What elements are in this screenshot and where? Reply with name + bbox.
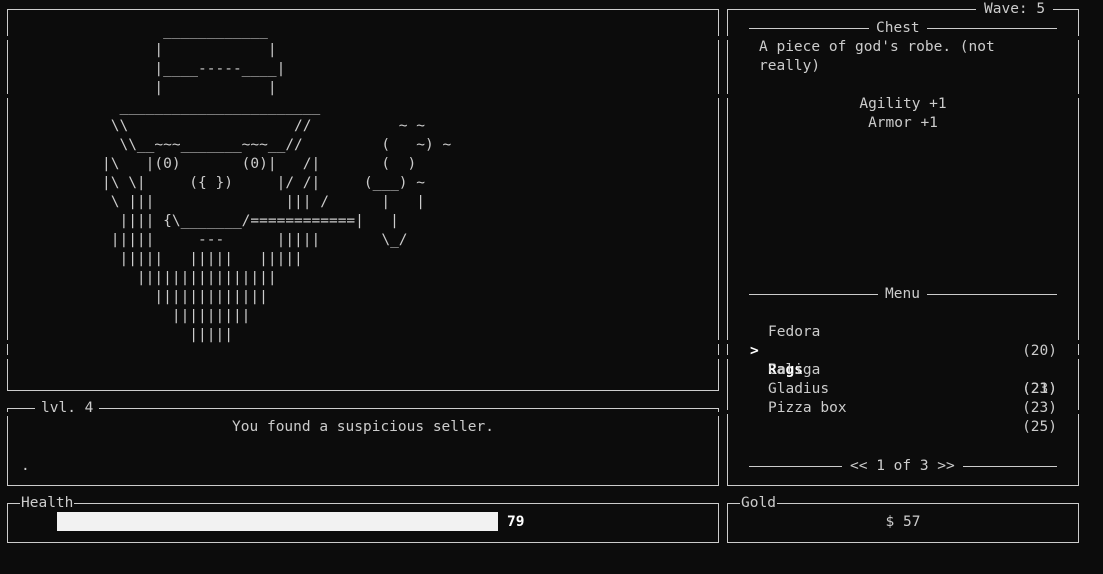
gold-amount: $ 57 (885, 514, 921, 530)
border-gap (6, 94, 9, 98)
menu-item-rags[interactable]: > Rags (23) (747, 323, 1057, 397)
menu-item-price: (25) (1022, 419, 1057, 435)
border-gap (717, 94, 720, 98)
border-gap (717, 340, 720, 344)
health-bar-track (57, 512, 498, 531)
health-panel: Health 79 (7, 494, 719, 543)
chest-title: Chest (869, 19, 927, 37)
chest-description: A piece of god's robe. (not really) (759, 39, 995, 74)
chest-stat-agility: Agility +1 (859, 96, 947, 112)
border-gap (726, 410, 729, 414)
border-gap (1077, 410, 1080, 414)
border-gap (6, 412, 9, 416)
border-gap (726, 340, 729, 344)
pager[interactable]: << 1 of 3 >> (842, 457, 963, 475)
level-label: lvl. 4 (35, 399, 100, 417)
health-bar-fill (57, 512, 498, 531)
health-label: Health (20, 494, 75, 512)
border-gap (6, 36, 9, 40)
border-gap (726, 36, 729, 40)
menu-title: Menu (878, 285, 927, 303)
border-gap (6, 340, 9, 344)
menu-item-gladius[interactable]: Gladius (23) (747, 361, 1057, 416)
seller-ascii-art: ____________ | | |____-----____| | | ___… (102, 23, 452, 343)
chest-stat-armor: Armor +1 (868, 115, 938, 131)
health-value: 79 (507, 514, 525, 530)
border-gap (726, 355, 729, 359)
menu-item-fedora[interactable]: Fedora (20) (747, 304, 1057, 359)
menu-item-caliga[interactable]: Caliga (21) (747, 342, 1057, 397)
border-gap (717, 355, 720, 359)
wave-counter: Wave: 5 (976, 0, 1054, 18)
log-message: You found a suspicious seller. (232, 419, 494, 435)
menu-item-name: Pizza box (768, 400, 847, 416)
menu-item-price: (23) (1022, 400, 1057, 416)
art-panel: ____________ | | |____-----____| | | ___… (6, 9, 720, 391)
shop-panel: Wave: 5 Chest A piece of god's robe. (no… (726, 0, 1080, 486)
border-gap (1077, 355, 1080, 359)
border-gap (1077, 340, 1080, 344)
border-gap (1077, 36, 1080, 40)
gold-label: Gold (740, 494, 777, 512)
border-gap (6, 355, 9, 359)
border-gap (717, 36, 720, 40)
border-gap (717, 412, 720, 416)
gold-panel: Gold $ 57 (727, 494, 1079, 543)
menu-item-pizza-box[interactable]: Pizza box (25) (747, 380, 1057, 435)
log-panel: lvl. 4 You found a suspicious seller. . (6, 399, 720, 486)
input-prompt[interactable]: . (21, 457, 30, 475)
